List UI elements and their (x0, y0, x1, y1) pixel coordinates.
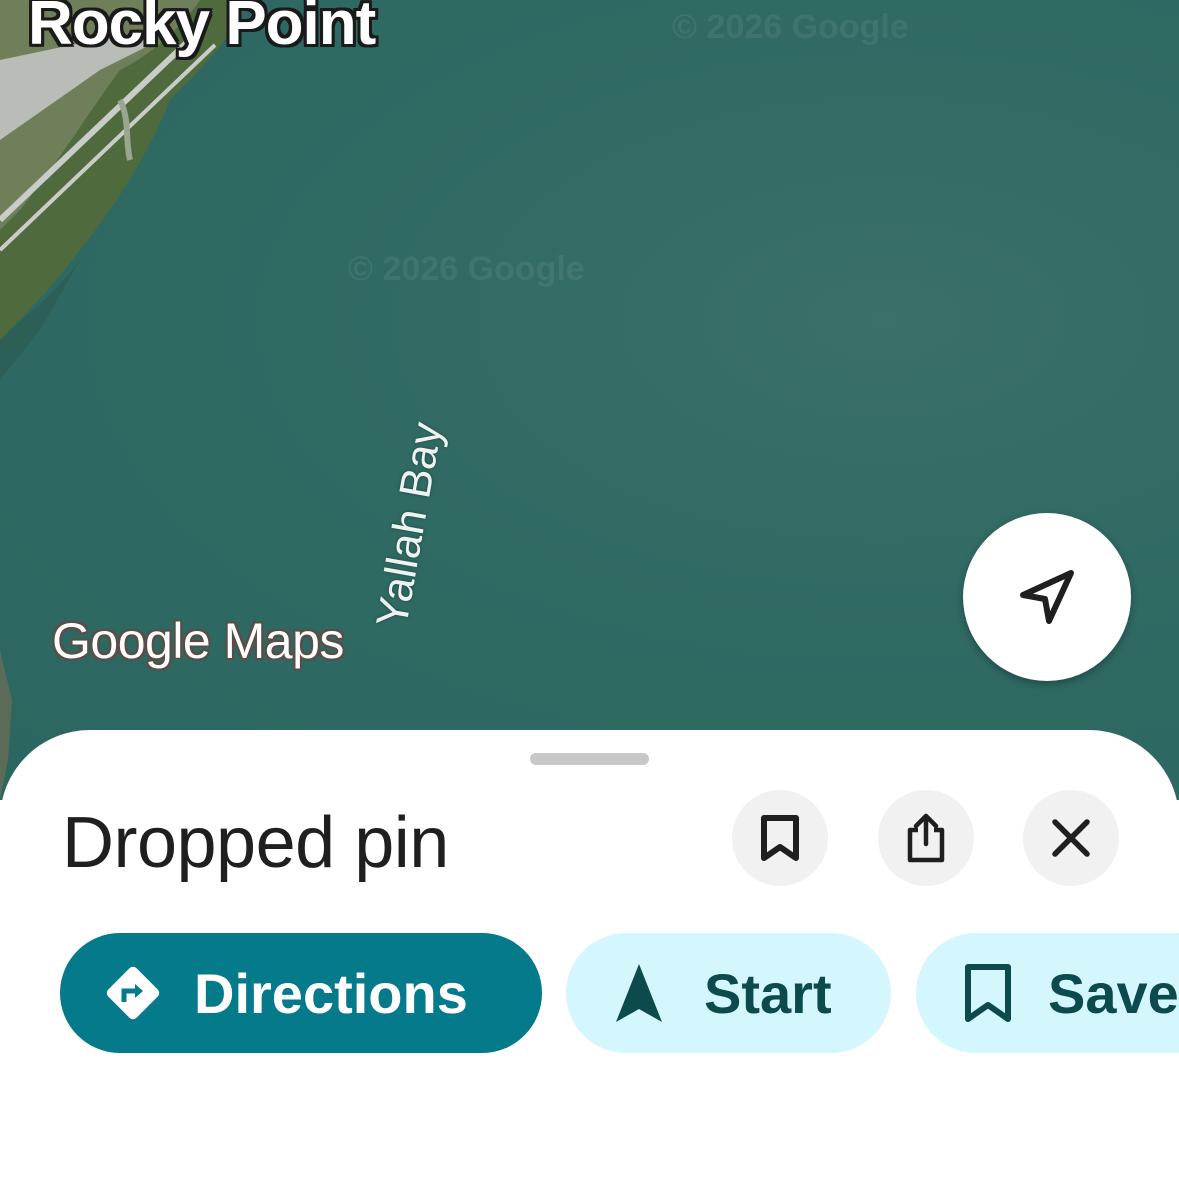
navigation-arrow-icon (1020, 570, 1074, 624)
bookmark-button[interactable] (732, 790, 828, 886)
place-bottom-sheet: Dropped pin Directions Start Save (0, 730, 1179, 1179)
map-watermark: © 2026 Google (672, 8, 909, 46)
shoreline-land (0, 0, 250, 800)
bookmark-icon (761, 815, 799, 861)
start-label: Start (704, 961, 832, 1025)
save-label: Save (1048, 961, 1179, 1025)
map-watermark: © 2026 Google (348, 250, 585, 288)
directions-button[interactable]: Directions (60, 933, 542, 1053)
save-button[interactable]: Save (916, 933, 1179, 1053)
navigation-arrow-icon (616, 964, 662, 1022)
my-location-button[interactable] (963, 513, 1131, 681)
map-view[interactable]: Rocky Point © 2026 Google © 2026 Google … (0, 0, 1179, 800)
share-icon (907, 813, 945, 863)
directions-icon (106, 966, 160, 1020)
share-button[interactable] (878, 790, 974, 886)
close-button[interactable] (1023, 790, 1119, 886)
directions-label: Directions (194, 961, 468, 1025)
place-label-rocky-point[interactable]: Rocky Point (28, 0, 376, 59)
close-icon (1052, 819, 1090, 857)
place-title: Dropped pin (62, 803, 449, 883)
google-maps-logo: Google Maps (52, 613, 344, 669)
bookmark-icon (965, 964, 1011, 1022)
sheet-drag-handle[interactable] (530, 753, 649, 765)
start-navigation-button[interactable]: Start (566, 933, 891, 1053)
